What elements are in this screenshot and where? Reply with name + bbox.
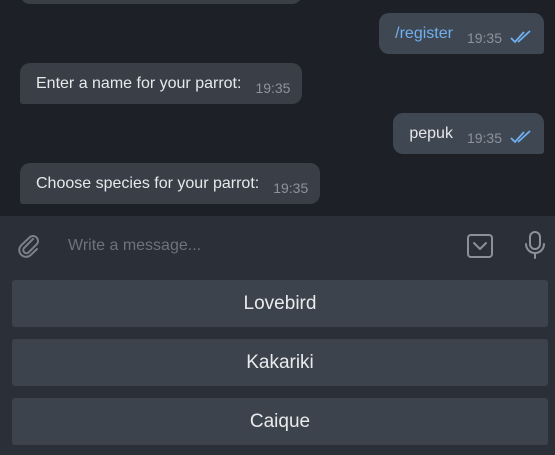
bot-keyboard-icon[interactable]: [466, 233, 494, 259]
message-bubble-incoming: Choose species for your parrot: 19:35: [20, 163, 321, 204]
double-check-icon: [510, 30, 531, 44]
message-text[interactable]: /register: [395, 25, 453, 43]
chat-history: /register 19:35 Enter a name for your pa…: [0, 0, 555, 216]
message-text: Enter a name for your parrot:: [36, 74, 242, 92]
message-bubble-outgoing: /register 19:35: [379, 13, 544, 54]
message-input[interactable]: [66, 232, 450, 260]
message-composer: [0, 216, 555, 274]
message-text: Choose species for your parrot:: [36, 174, 260, 192]
message-time: 19:35: [466, 129, 502, 146]
message-time: 19:35: [255, 79, 291, 96]
message-time: 19:35: [466, 29, 502, 46]
message-time: 19:35: [273, 179, 309, 196]
double-check-icon: [510, 130, 531, 144]
message-bubble-incoming: [20, 0, 302, 4]
microphone-icon[interactable]: [522, 230, 548, 260]
keyboard-button-lovebird[interactable]: Lovebird: [12, 280, 548, 327]
paperclip-icon[interactable]: [16, 232, 42, 258]
message-bubble-outgoing: pepuk 19:35: [393, 113, 544, 154]
reply-keyboard: Lovebird Kakariki Caique: [0, 274, 555, 455]
message-bubble-incoming: Enter a name for your parrot: 19:35: [20, 63, 303, 104]
message-text: pepuk: [409, 124, 453, 142]
keyboard-button-kakariki[interactable]: Kakariki: [12, 339, 548, 386]
keyboard-button-caique[interactable]: Caique: [12, 398, 548, 445]
